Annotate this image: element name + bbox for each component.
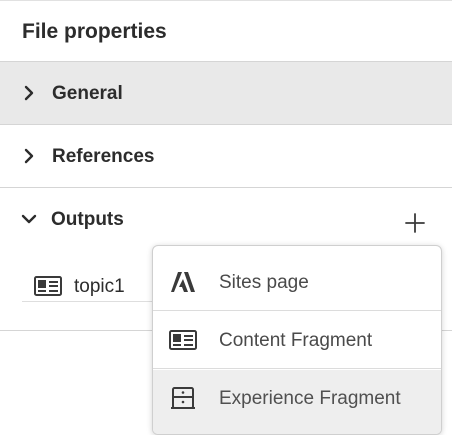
- section-references-label: References: [52, 146, 155, 167]
- section-references[interactable]: References: [0, 124, 452, 187]
- menu-divider: [153, 310, 441, 311]
- chevron-right-icon: [24, 148, 34, 164]
- menu-divider: [153, 368, 441, 369]
- add-output-menu: Sites page Content Fragment Experience F…: [152, 245, 442, 435]
- add-output-button[interactable]: [404, 212, 426, 234]
- chevron-right-icon: [24, 85, 34, 101]
- panel-title: File properties: [22, 20, 167, 43]
- top-divider: [0, 0, 452, 1]
- content-fragment-icon: [169, 330, 197, 350]
- section-general-label: General: [52, 83, 123, 104]
- menu-item-label: Experience Fragment: [219, 388, 401, 409]
- section-outputs-label: Outputs: [51, 209, 124, 230]
- menu-item-experience-fragment[interactable]: Experience Fragment: [153, 370, 441, 434]
- file-properties-panel: File properties General References Outpu…: [0, 0, 452, 435]
- menu-item-label: Sites page: [219, 272, 309, 293]
- content-fragment-icon: [34, 276, 62, 296]
- menu-item-label: Content Fragment: [219, 330, 373, 351]
- experience-fragment-icon: [171, 387, 195, 409]
- output-item-name: topic1: [74, 276, 125, 297]
- section-general[interactable]: General: [0, 61, 452, 124]
- menu-item-sites-page[interactable]: Sites page: [153, 254, 441, 312]
- chevron-down-icon[interactable]: [20, 210, 38, 228]
- menu-item-content-fragment[interactable]: Content Fragment: [153, 312, 441, 370]
- adobe-logo-icon: [171, 272, 195, 292]
